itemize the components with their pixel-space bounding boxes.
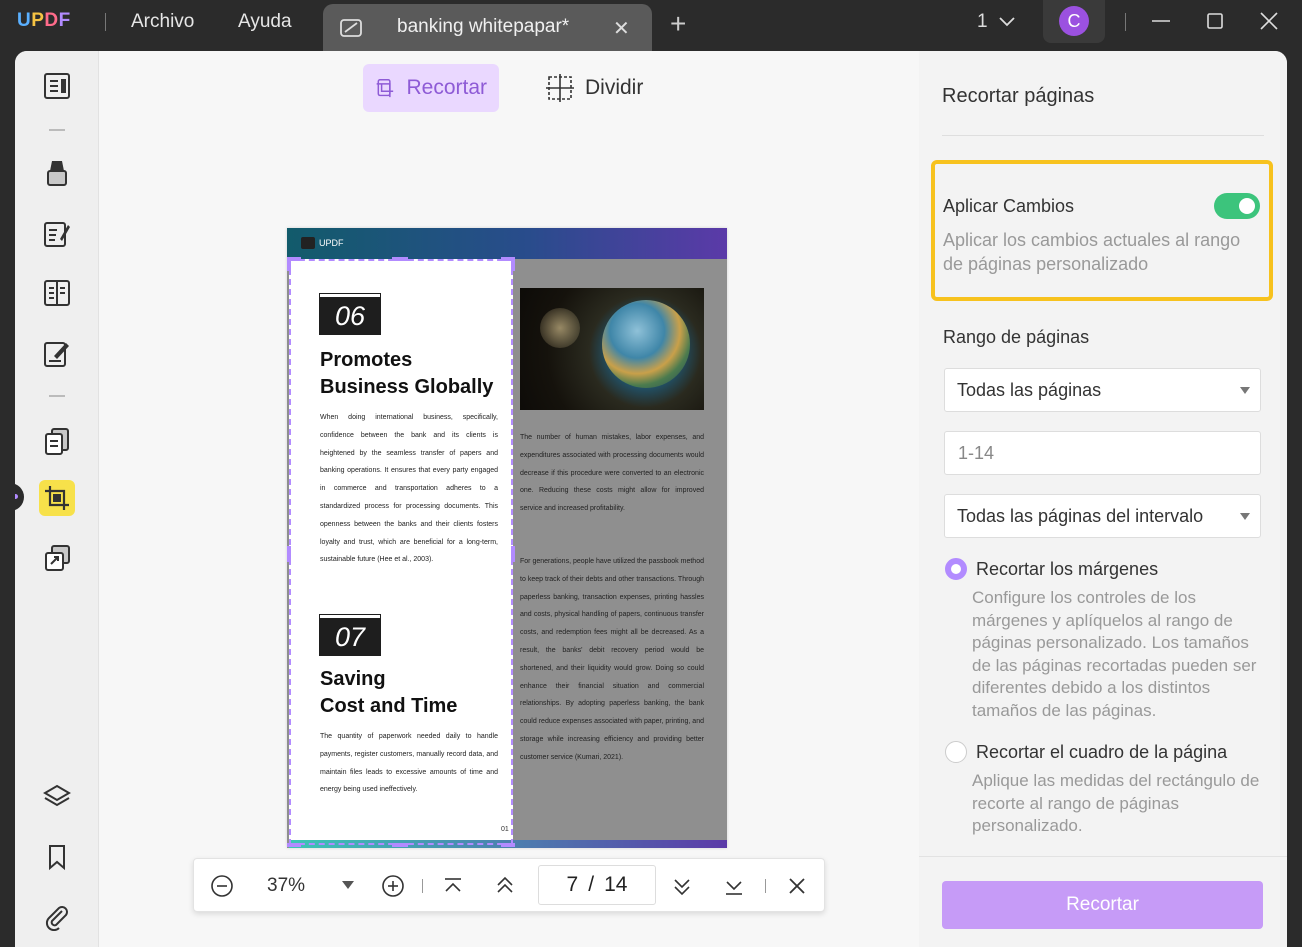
page-number-input[interactable]: 7 / 14 — [538, 865, 656, 905]
batch-tools-icon[interactable] — [39, 540, 75, 576]
page-header-banner: UPDF — [287, 228, 727, 259]
organize-pages-icon[interactable] — [39, 423, 75, 459]
crop-margins-radio[interactable] — [945, 558, 967, 580]
main-window: Recortar Dividir UPDF 06 Promotes Busine… — [15, 51, 1287, 947]
chevron-down-icon — [1240, 387, 1250, 394]
crop-pages-icon[interactable] — [39, 480, 75, 516]
comment-highlight-icon[interactable] — [39, 155, 75, 191]
split-mode-label: Dividir — [585, 76, 644, 99]
section-title: Saving Cost and Time — [320, 668, 458, 717]
crop-pagebox-label[interactable]: Recortar el cuadro de la página — [976, 742, 1227, 763]
crop-handle[interactable] — [511, 546, 515, 562]
crop-handle[interactable] — [501, 843, 515, 847]
page-logo: UPDF — [301, 237, 344, 249]
page-number: 01 — [501, 826, 509, 833]
close-toolbar-icon[interactable] — [787, 876, 807, 896]
chevron-down-icon — [1240, 513, 1250, 520]
crop-mode-button[interactable]: Recortar — [363, 64, 499, 112]
section-body: When doing international business, speci… — [320, 414, 498, 564]
menu-ayuda[interactable]: Ayuda — [238, 11, 292, 33]
app-logo: UPDF — [17, 10, 71, 31]
apply-changes-description: Aplicar los cambios actuales al rango de… — [943, 230, 1241, 274]
section-number: 07 — [319, 614, 381, 656]
zoom-level[interactable]: 37% — [267, 875, 305, 897]
page-range-label: Rango de páginas — [943, 327, 1090, 347]
divider — [49, 129, 65, 131]
globe-photo — [520, 288, 704, 410]
new-tab-icon[interactable]: + — [670, 8, 686, 40]
menu-archivo[interactable]: Archivo — [131, 11, 194, 33]
maximize-icon[interactable] — [1204, 10, 1226, 32]
crop-margins-description: Configure los controles de los márgenes … — [972, 588, 1257, 720]
page-range-input[interactable]: 1-14 — [944, 431, 1261, 475]
crop-handle[interactable] — [287, 843, 301, 847]
crop-mode-label: Recortar — [406, 76, 487, 99]
document-edit-icon — [340, 19, 362, 37]
zoom-in-icon[interactable] — [381, 874, 405, 898]
reader-mode-icon[interactable] — [39, 68, 75, 104]
document-canvas: Recortar Dividir UPDF 06 Promotes Busine… — [99, 51, 919, 947]
crop-handle[interactable] — [392, 843, 408, 847]
previous-page-icon[interactable] — [495, 875, 515, 895]
divider — [49, 395, 65, 397]
active-indicator — [15, 483, 24, 511]
tab-close-icon[interactable]: ✕ — [613, 16, 630, 41]
crop-region[interactable]: 06 Promotes Business Globally When doing… — [289, 259, 513, 848]
crop-handle[interactable] — [287, 257, 291, 271]
divider — [919, 856, 1287, 857]
divider — [422, 879, 423, 893]
divider — [942, 135, 1264, 136]
attachment-icon[interactable] — [39, 899, 75, 935]
crop-handle[interactable] — [511, 257, 515, 271]
crop-pagebox-description: Aplique las medidas del rectángulo de re… — [972, 771, 1260, 835]
column-paragraph: The number of human mistakes, labor expe… — [520, 434, 704, 513]
last-page-icon[interactable] — [724, 877, 744, 897]
layers-icon[interactable] — [39, 779, 75, 815]
zoom-out-icon[interactable] — [210, 874, 234, 898]
document-tab[interactable]: banking whitepapar* ✕ — [323, 4, 652, 51]
window-count-dropdown[interactable]: 1 — [977, 11, 1015, 33]
crop-pagebox-radio[interactable] — [945, 741, 967, 763]
tab-title: banking whitepapar* — [397, 16, 570, 37]
split-mode-button[interactable]: Dividir — [533, 64, 655, 112]
tool-sidebar — [15, 51, 99, 947]
bookmark-icon[interactable] — [39, 839, 75, 875]
page-layout-icon[interactable] — [39, 275, 75, 311]
minimize-icon[interactable] — [1150, 10, 1172, 32]
close-window-icon[interactable] — [1258, 10, 1280, 32]
first-page-icon[interactable] — [443, 876, 463, 896]
divider — [1125, 13, 1126, 31]
page-preview: UPDF 06 Promotes Business Globally When … — [287, 228, 727, 848]
section-body: The quantity of paperwork needed daily t… — [320, 733, 498, 794]
split-page-icon — [546, 74, 574, 102]
crop-button[interactable]: Recortar — [942, 881, 1263, 929]
crop-margins-label[interactable]: Recortar los márgenes — [976, 559, 1158, 580]
section-title: Promotes Business Globally — [320, 349, 494, 398]
page-subset-select[interactable]: Todas las páginas del intervalo — [944, 494, 1261, 538]
crop-page-icon — [376, 78, 394, 98]
apply-changes-label: Aplicar Cambios — [943, 196, 1075, 216]
crop-settings-panel: Recortar páginas Aplicar Cambios Aplicar… — [919, 51, 1287, 947]
form-sign-icon[interactable] — [39, 336, 75, 372]
panel-title: Recortar páginas — [942, 85, 1095, 107]
zoom-toolbar: 37% 7 / 14 — [193, 858, 825, 912]
column-paragraph: For generations, people have utilized th… — [520, 558, 704, 761]
user-account[interactable]: C — [1043, 0, 1105, 43]
divider — [765, 879, 766, 893]
chevron-down-icon — [999, 17, 1015, 27]
zoom-dropdown-icon[interactable] — [342, 881, 354, 890]
title-bar: UPDF Archivo Ayuda banking whitepapar* ✕… — [0, 0, 1302, 51]
apply-changes-toggle[interactable] — [1214, 193, 1260, 219]
next-page-icon[interactable] — [672, 877, 692, 897]
crop-handle[interactable] — [392, 257, 408, 261]
crop-handle[interactable] — [287, 546, 291, 562]
page-range-select[interactable]: Todas las páginas — [944, 368, 1261, 412]
avatar: C — [1059, 6, 1089, 36]
section-number: 06 — [319, 293, 381, 335]
edit-pdf-icon[interactable] — [39, 216, 75, 252]
divider — [105, 13, 106, 31]
